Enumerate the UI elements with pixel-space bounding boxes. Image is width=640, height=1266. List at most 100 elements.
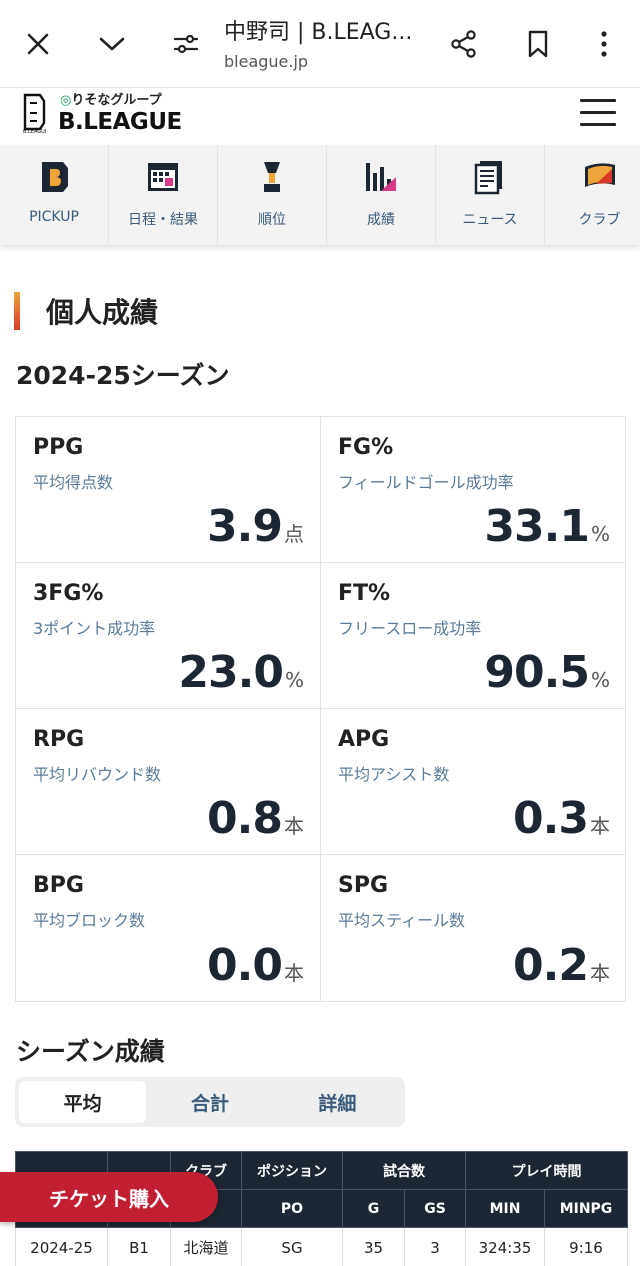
stat-abbr: SPG [338, 873, 389, 898]
tab-average[interactable]: 平均 [19, 1081, 147, 1123]
season-stats-title: シーズン成績 [16, 1037, 165, 1066]
site-settings-icon[interactable] [166, 24, 206, 64]
tab-detail[interactable]: 詳細 [274, 1081, 401, 1123]
stat-unit: 点 [284, 522, 304, 546]
stat-value: 3.9 [207, 501, 283, 552]
table-cell: 2024-25 [15, 1227, 108, 1266]
stat-desc: 平均ブロック数 [33, 911, 146, 930]
stat-value: 0.3 [513, 793, 589, 844]
table-cell: 324:35 [465, 1227, 545, 1266]
nav-item-clubs[interactable]: クラブ [545, 145, 640, 245]
page-title: 個人成績 [46, 296, 159, 329]
table-subheader: MIN [465, 1189, 545, 1228]
stat-desc: フリースロー成功率 [338, 619, 482, 638]
stat-desc: 平均アシスト数 [338, 765, 450, 784]
stat-desc: 平均リバウンド数 [33, 765, 162, 784]
nav-label: クラブ [578, 212, 621, 228]
main-nav: PICKUP 日程・結果 順位 成績 ニュース クラブ [0, 145, 640, 245]
stat-desc: フィールドゴール成功率 [338, 473, 514, 492]
nav-label: ニュース [462, 212, 518, 228]
browser-url[interactable]: bleague.jp [224, 52, 308, 71]
stat-card-bpg: BPG 平均ブロック数 0.0 本 [16, 855, 321, 1001]
calendar-icon [148, 163, 178, 191]
bar-chart-icon [366, 163, 396, 191]
sponsor-logo: ◎りそなグループ [60, 93, 162, 108]
stat-card-rpg: RPG 平均リバウンド数 0.8 本 [16, 709, 321, 855]
close-icon[interactable] [18, 24, 58, 64]
table-cell: 3 [404, 1227, 466, 1266]
browser-toolbar: 中野司 | B.LEAG... bleague.jp [0, 0, 640, 88]
table-subheader: G [342, 1189, 405, 1228]
share-icon[interactable] [444, 24, 484, 64]
table-subheader: PO [241, 1189, 343, 1228]
bleague-emblem-icon[interactable]: B.LEAGUE [22, 93, 46, 133]
stat-value: 23.0 [178, 647, 284, 698]
stat-unit: % [590, 522, 610, 546]
ticket-purchase-button[interactable]: チケット購入 [0, 1172, 218, 1222]
nav-label: PICKUP [29, 209, 79, 225]
stat-value: 0.2 [513, 940, 589, 991]
svg-text:B.LEAGUE: B.LEAGUE [23, 129, 46, 133]
stat-unit: % [590, 668, 610, 692]
nav-label: 成績 [367, 212, 395, 228]
stat-unit: 本 [590, 961, 610, 985]
stat-card-spg: SPG 平均スティール数 0.2 本 [321, 855, 626, 1001]
table-cell: B1 [107, 1227, 171, 1266]
site-header: B.LEAGUE ◎りそなグループ B.LEAGUE [0, 89, 640, 145]
table-header: プレイ時間 [465, 1151, 628, 1190]
stat-card-apg: APG 平均アシスト数 0.3 本 [321, 709, 626, 855]
heading-accent-bar [14, 292, 20, 330]
browser-page-title[interactable]: 中野司 | B.LEAG... [224, 14, 434, 46]
flag-icon [584, 163, 615, 187]
season-title: 2024-25シーズン [16, 361, 230, 390]
hamburger-menu-icon[interactable] [580, 99, 618, 129]
bookmark-icon[interactable] [518, 24, 558, 64]
section-heading: 個人成績 [14, 292, 158, 330]
table-cell[interactable]: 北海道 [170, 1227, 242, 1266]
nav-item-pickup[interactable]: PICKUP [0, 145, 109, 245]
stat-abbr: BPG [33, 873, 84, 898]
nav-label: 日程・結果 [128, 212, 198, 228]
nav-item-standings[interactable]: 順位 [218, 145, 327, 245]
table-subheader: MINPG [544, 1189, 628, 1228]
table-header: ポジション [241, 1151, 343, 1190]
stat-desc: 平均得点数 [33, 473, 114, 492]
nav-item-schedule[interactable]: 日程・結果 [109, 145, 218, 245]
table-header: 試合数 [342, 1151, 466, 1190]
stat-value: 0.0 [207, 940, 283, 991]
stat-card-ft: FT% フリースロー成功率 90.5% [321, 563, 626, 709]
nav-label: 順位 [258, 212, 286, 228]
more-options-icon[interactable] [584, 24, 624, 64]
stat-value: 90.5 [484, 647, 590, 698]
stats-tabs: 平均 合計 詳細 [15, 1077, 405, 1127]
trophy-icon [264, 162, 280, 192]
stat-value: 33.1 [484, 501, 590, 552]
table-cell: SG [241, 1227, 343, 1266]
table-row: 2024-25 B1 北海道 SG 35 3 324:35 9:16 [15, 1227, 628, 1266]
news-icon [474, 161, 502, 195]
stat-unit: % [284, 668, 304, 692]
stat-unit: 本 [590, 814, 610, 838]
stat-abbr: FG% [338, 435, 394, 460]
table-cell: 35 [342, 1227, 405, 1266]
stat-card-3fg: 3FG% 3ポイント成功率 23.0% [16, 563, 321, 709]
site-logo[interactable]: B.LEAGUE [58, 109, 182, 135]
stat-unit: 本 [284, 961, 304, 985]
stat-desc: 3ポイント成功率 [33, 619, 156, 638]
chevron-down-icon[interactable] [92, 24, 132, 64]
nav-item-stats[interactable]: 成績 [327, 145, 436, 245]
nav-item-news[interactable]: ニュース [436, 145, 545, 245]
table-subheader: GS [404, 1189, 466, 1228]
stat-abbr: PPG [33, 435, 84, 460]
stat-abbr: FT% [338, 581, 391, 606]
tab-total[interactable]: 合計 [146, 1081, 273, 1123]
stat-desc: 平均スティール数 [338, 911, 466, 930]
stat-card-ppg: PPG 平均得点数 3.9 点 [16, 417, 321, 563]
stat-abbr: 3FG% [33, 581, 104, 606]
stat-abbr: RPG [33, 727, 85, 752]
stats-grid: PPG 平均得点数 3.9 点 FG% フィールドゴール成功率 33.1% 3FG… [15, 416, 626, 1002]
pickup-icon [42, 162, 68, 192]
stat-abbr: APG [338, 727, 390, 752]
stat-unit: 本 [284, 814, 304, 838]
table-cell: 9:16 [544, 1227, 628, 1266]
